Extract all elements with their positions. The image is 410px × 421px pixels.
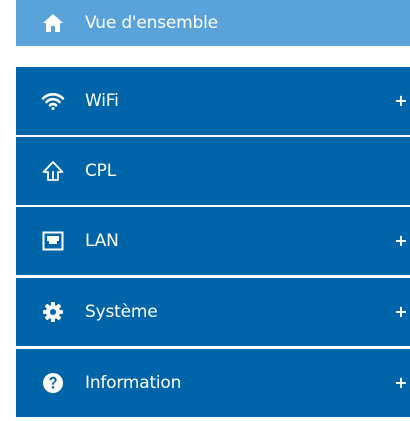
ethernet-port-icon (41, 229, 65, 253)
menu-item-information[interactable]: Information + (16, 349, 410, 417)
menu-item-overview[interactable]: Vue d'ensemble (16, 0, 410, 46)
menu-item-label: LAN (85, 231, 119, 251)
menu-item-label: Système (85, 302, 158, 322)
menu-item-label: CPL (85, 161, 116, 181)
gear-icon (41, 300, 65, 324)
expand-plus-icon[interactable]: + (394, 93, 408, 109)
main-navigation-menu: Vue d'ensemble WiFi + CPL LAN + Système … (16, 0, 410, 421)
home-icon (41, 11, 65, 35)
menu-item-cpl[interactable]: CPL (16, 137, 410, 205)
expand-plus-icon[interactable]: + (394, 233, 408, 249)
question-circle-icon (41, 371, 65, 395)
menu-item-lan[interactable]: LAN + (16, 207, 410, 275)
menu-item-wifi[interactable]: WiFi + (16, 67, 410, 135)
menu-item-label: Information (85, 373, 182, 393)
wifi-icon (41, 89, 65, 113)
powerline-icon (41, 159, 65, 183)
menu-item-system[interactable]: Système + (16, 278, 410, 346)
menu-item-label: WiFi (85, 91, 119, 111)
expand-plus-icon[interactable]: + (394, 304, 408, 320)
menu-item-label: Vue d'ensemble (85, 13, 218, 33)
expand-plus-icon[interactable]: + (394, 375, 408, 391)
